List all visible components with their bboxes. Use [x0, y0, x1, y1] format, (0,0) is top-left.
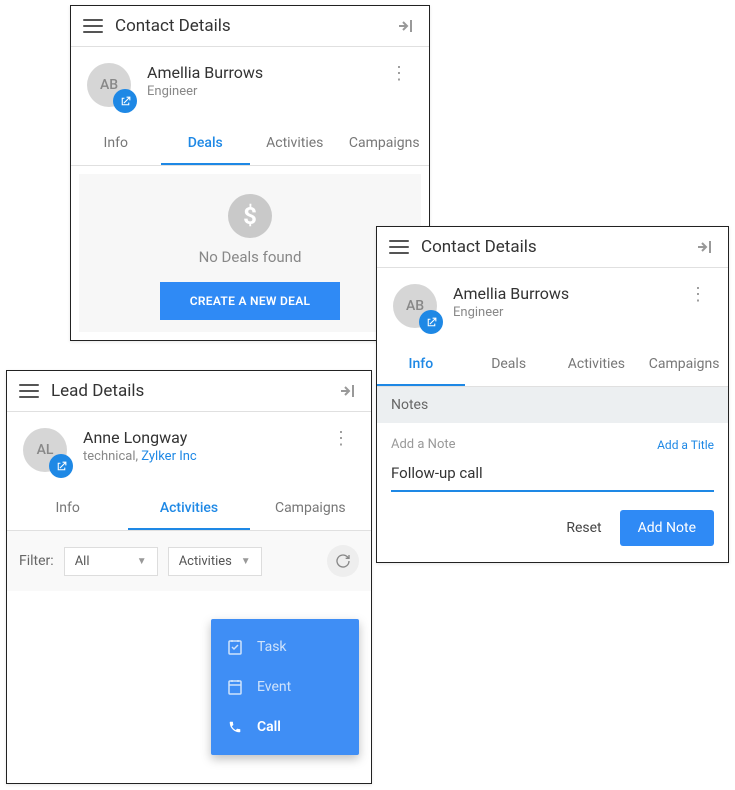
menu-icon[interactable]	[19, 384, 39, 398]
menu-item-task[interactable]: Task	[211, 627, 359, 667]
add-note-label: Add a Note	[391, 437, 456, 452]
menu-item-event[interactable]: Event	[211, 667, 359, 707]
note-top-row: Add a Note Add a Title	[391, 437, 714, 452]
contact-info: Amellia Burrows Engineer	[147, 63, 384, 99]
filter-label: Filter:	[19, 553, 54, 569]
refresh-button[interactable]	[327, 545, 359, 577]
menu-item-call[interactable]: Call	[211, 707, 359, 747]
tab-activities[interactable]: Activities	[553, 344, 641, 386]
lead-role: technical, Zylker Inc	[83, 449, 326, 464]
activity-action-menu: Task Event Call	[211, 619, 359, 755]
more-menu-icon[interactable]: ⋮	[384, 63, 413, 84]
lead-info: Anne Longway technical, Zylker Inc	[83, 428, 326, 464]
tabs: Info Deals Activities Campaigns	[377, 344, 728, 387]
panel-title: Lead Details	[51, 381, 339, 401]
add-title-link[interactable]: Add a Title	[657, 438, 714, 452]
tabs: Info Activities Campaigns	[7, 488, 371, 531]
panel-title: Contact Details	[421, 237, 696, 257]
more-menu-icon[interactable]: ⋮	[683, 284, 712, 305]
tab-campaigns[interactable]: Campaigns	[640, 344, 728, 386]
menu-item-label: Task	[257, 639, 287, 655]
panel-header: Contact Details	[377, 227, 728, 268]
lead-company-link[interactable]: Zylker Inc	[141, 449, 196, 464]
filter-type-select[interactable]: Activities ▼	[168, 547, 262, 576]
caret-down-icon: ▼	[137, 556, 147, 567]
deals-empty-state: $ No Deals found CREATE A NEW DEAL	[79, 174, 421, 332]
reset-link[interactable]: Reset	[566, 520, 601, 536]
contact-name: Amellia Burrows	[453, 284, 683, 303]
lead-role-text: technical,	[83, 449, 141, 464]
tab-info[interactable]: Info	[377, 344, 465, 386]
tab-campaigns[interactable]: Campaigns	[250, 488, 371, 530]
tab-deals[interactable]: Deals	[161, 123, 251, 165]
panel-header: Contact Details	[71, 6, 429, 47]
tab-campaigns[interactable]: Campaigns	[340, 123, 430, 165]
tab-deals[interactable]: Deals	[465, 344, 553, 386]
avatar: AB	[393, 284, 437, 328]
contact-role: Engineer	[453, 305, 683, 320]
caret-down-icon: ▼	[241, 556, 251, 567]
avatar-initials: AL	[37, 442, 54, 458]
panel-header: Lead Details	[7, 371, 371, 412]
no-deals-text: No Deals found	[79, 248, 421, 266]
lead-summary: AL Anne Longway technical, Zylker Inc ⋮	[7, 412, 371, 488]
filter-bar: Filter: All ▼ Activities ▼	[7, 531, 371, 591]
avatar-initials: AB	[406, 298, 424, 314]
menu-item-label: Call	[257, 719, 281, 735]
task-icon	[227, 639, 243, 655]
contact-info: Amellia Burrows Engineer	[453, 284, 683, 320]
note-actions: Reset Add Note	[377, 492, 728, 562]
tab-info[interactable]: Info	[71, 123, 161, 165]
menu-icon[interactable]	[389, 240, 409, 254]
note-input[interactable]	[391, 460, 714, 492]
event-icon	[227, 679, 243, 695]
create-deal-button[interactable]: CREATE A NEW DEAL	[160, 282, 341, 320]
open-external-icon[interactable]	[113, 89, 137, 113]
lead-details-panel: Lead Details AL Anne Longway technical, …	[6, 370, 372, 784]
notes-section-header: Notes	[377, 387, 728, 423]
contact-details-panel-notes: Contact Details AB Amellia Burrows Engin…	[376, 226, 729, 563]
contact-name: Amellia Burrows	[147, 63, 384, 82]
add-note-button[interactable]: Add Note	[620, 510, 714, 546]
notes-body: Add a Note Add a Title	[377, 423, 728, 492]
filter-type-value: Activities	[179, 554, 232, 569]
collapse-icon[interactable]	[397, 18, 417, 34]
collapse-icon[interactable]	[339, 383, 359, 399]
panel-title: Contact Details	[115, 16, 397, 36]
dollar-icon: $	[228, 194, 272, 238]
menu-icon[interactable]	[83, 19, 103, 33]
open-external-icon[interactable]	[49, 454, 73, 478]
lead-name: Anne Longway	[83, 428, 326, 447]
contact-summary: AB Amellia Burrows Engineer ⋮	[377, 268, 728, 344]
contact-summary: AB Amellia Burrows Engineer ⋮	[71, 47, 429, 123]
call-icon	[227, 720, 243, 734]
menu-item-label: Event	[257, 679, 291, 695]
more-menu-icon[interactable]: ⋮	[326, 428, 355, 449]
avatar-initials: AB	[100, 77, 118, 93]
avatar: AB	[87, 63, 131, 107]
tabs: Info Deals Activities Campaigns	[71, 123, 429, 166]
tab-info[interactable]: Info	[7, 488, 128, 530]
tab-activities[interactable]: Activities	[250, 123, 340, 165]
filter-scope-select[interactable]: All ▼	[64, 547, 158, 576]
avatar: AL	[23, 428, 67, 472]
tab-activities[interactable]: Activities	[128, 488, 249, 530]
open-external-icon[interactable]	[419, 310, 443, 334]
contact-role: Engineer	[147, 84, 384, 99]
collapse-icon[interactable]	[696, 239, 716, 255]
filter-scope-value: All	[75, 554, 90, 569]
